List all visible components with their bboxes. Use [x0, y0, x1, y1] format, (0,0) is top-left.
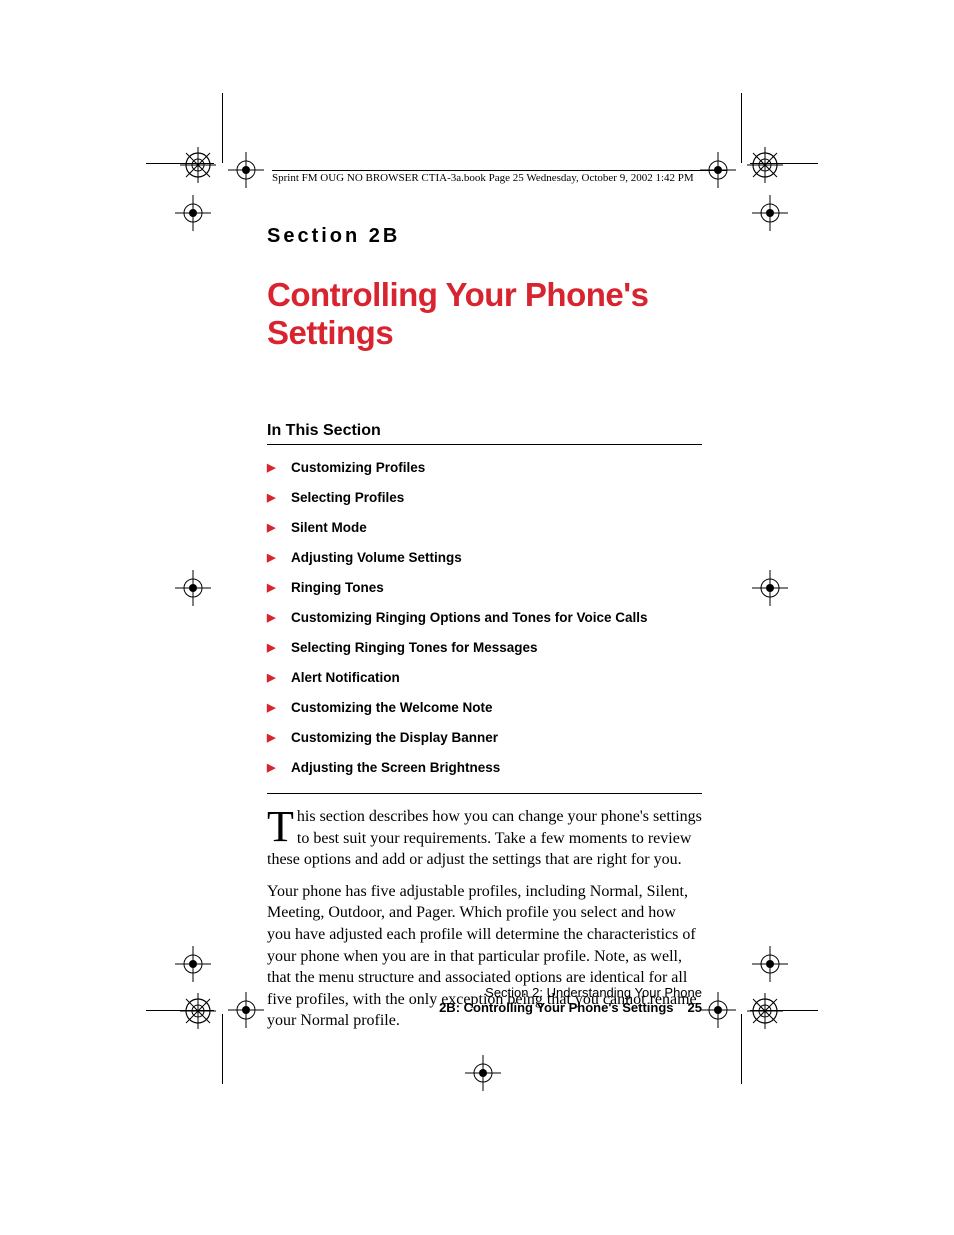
toc-list: ▶ Customizing Profiles ▶ Selecting Profile… [267, 460, 702, 775]
triangle-bullet-icon: ▶ [267, 611, 275, 624]
triangle-bullet-icon: ▶ [267, 671, 275, 684]
toc-item: ▶ Selecting Ringing Tones for Messages [267, 640, 702, 655]
page-number: 25 [688, 1000, 702, 1015]
dropcap: T [267, 806, 297, 844]
triangle-bullet-icon: ▶ [267, 641, 275, 654]
toc-item: ▶ Adjusting the Screen Brightness [267, 760, 702, 775]
crosshair-icon [228, 992, 264, 1028]
triangle-bullet-icon: ▶ [267, 521, 275, 534]
page: Sprint FM OUG NO BROWSER CTIA-3a.book Pa… [0, 0, 954, 1235]
triangle-bullet-icon: ▶ [267, 461, 275, 474]
toc-item-label: Silent Mode [291, 520, 367, 535]
footer-subsection: 2B: Controlling Your Phone's Settings 25 [267, 1000, 702, 1015]
crosshair-icon [175, 570, 211, 606]
toc-item-label: Customizing Profiles [291, 460, 425, 475]
toc-item-label: Selecting Profiles [291, 490, 404, 505]
triangle-bullet-icon: ▶ [267, 551, 275, 564]
triangle-bullet-icon: ▶ [267, 731, 275, 744]
footer: Section 2: Understanding Your Phone 2B: … [267, 985, 702, 1015]
toc-item: ▶ Silent Mode [267, 520, 702, 535]
toc-item-label: Adjusting Volume Settings [291, 550, 462, 565]
triangle-bullet-icon: ▶ [267, 581, 275, 594]
crosshair-icon [752, 570, 788, 606]
triangle-bullet-icon: ▶ [267, 701, 275, 714]
registration-mark-icon [178, 145, 218, 185]
toc-item-label: Adjusting the Screen Brightness [291, 760, 500, 775]
toc-item: ▶ Customizing Ringing Options and Tones f… [267, 610, 702, 625]
horizontal-rule [267, 793, 702, 794]
registration-mark-icon [745, 145, 785, 185]
footer-section: Section 2: Understanding Your Phone [267, 985, 702, 1000]
toc-item: ▶ Selecting Profiles [267, 490, 702, 505]
crosshair-icon [700, 992, 736, 1028]
registration-mark-icon [745, 991, 785, 1031]
toc-item-label: Customizing the Welcome Note [291, 700, 493, 715]
registration-mark-icon [178, 991, 218, 1031]
page-title: Controlling Your Phone's Settings [267, 276, 702, 352]
triangle-bullet-icon: ▶ [267, 491, 275, 504]
toc-item: ▶ Customizing the Welcome Note [267, 700, 702, 715]
footer-subsection-text: 2B: Controlling Your Phone's Settings [439, 1000, 673, 1015]
paragraph: This section describes how you can chang… [267, 806, 702, 871]
toc-item-label: Ringing Tones [291, 580, 384, 595]
running-header-text: Sprint FM OUG NO BROWSER CTIA-3a.book Pa… [272, 172, 694, 184]
crosshair-icon [752, 946, 788, 982]
triangle-bullet-icon: ▶ [267, 761, 275, 774]
toc-item-label: Customizing the Display Banner [291, 730, 498, 745]
toc-item-label: Alert Notification [291, 670, 400, 685]
content-area: Section 2B Controlling Your Phone's Sett… [267, 225, 702, 1042]
crosshair-icon [752, 195, 788, 231]
section-label: Section 2B [267, 225, 702, 248]
toc-item: ▶ Customizing Profiles [267, 460, 702, 475]
toc-item: ▶ Customizing the Display Banner [267, 730, 702, 745]
paragraph-text: his section describes how you can change… [267, 808, 702, 868]
toc-item: ▶ Ringing Tones [267, 580, 702, 595]
crosshair-icon [228, 152, 264, 188]
running-header: Sprint FM OUG NO BROWSER CTIA-3a.book Pa… [272, 170, 727, 184]
crosshair-icon [465, 1055, 501, 1091]
subhead: In This Section [267, 422, 702, 445]
toc-item-label: Selecting Ringing Tones for Messages [291, 640, 538, 655]
toc-item: ▶ Alert Notification [267, 670, 702, 685]
toc-item: ▶ Adjusting Volume Settings [267, 550, 702, 565]
toc-item-label: Customizing Ringing Options and Tones fo… [291, 610, 648, 625]
crosshair-icon [175, 946, 211, 982]
crosshair-icon [175, 195, 211, 231]
